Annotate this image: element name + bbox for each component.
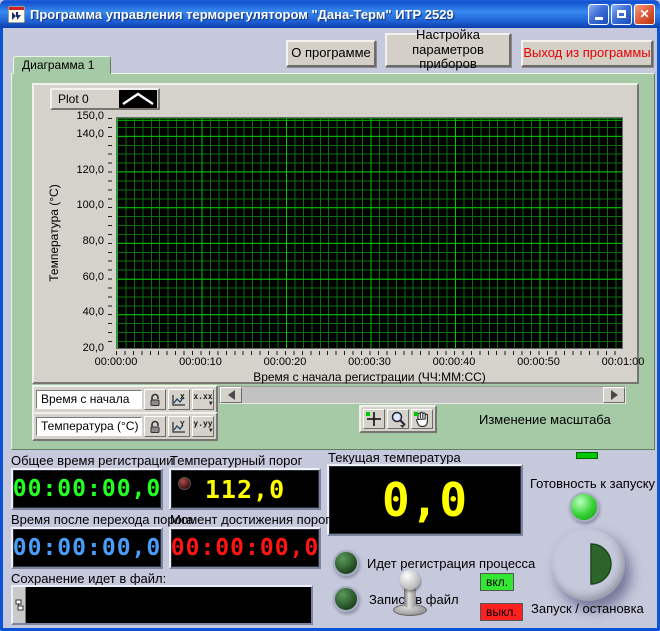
cursor-tool-button[interactable] xyxy=(363,409,385,429)
y-scale-legend: Температура (°C) Y y.yy▼ xyxy=(32,412,218,441)
graph-palette xyxy=(359,405,437,433)
x-tick-label: 00:00:30 xyxy=(339,356,401,368)
x-autoscale-button[interactable]: X xyxy=(168,389,190,410)
path-type-icon xyxy=(13,587,26,623)
registration-led xyxy=(333,550,359,576)
maximize-button[interactable] xyxy=(611,4,632,25)
save-file-label: Сохранение идет в файл: xyxy=(11,571,166,586)
y-tick-label: 150,0 xyxy=(76,110,104,122)
y-tick-label: 120,0 xyxy=(76,164,104,176)
app-window: Программа управления терморегулятором "Д… xyxy=(0,0,660,631)
time-after-threshold-display: 00:00:00,0 xyxy=(11,527,163,569)
y-tick-label: 60,0 xyxy=(83,271,104,283)
titlebar[interactable]: Программа управления терморегулятором "Д… xyxy=(0,0,660,28)
x-tick-marks xyxy=(116,351,623,355)
zoom-hint-label: Изменение масштаба xyxy=(479,412,611,427)
y-tick-label: 100,0 xyxy=(76,199,104,211)
y-tick-label: 140,0 xyxy=(76,128,104,140)
current-temp-label: Текущая температура xyxy=(328,450,461,465)
close-button[interactable]: ✕ xyxy=(634,4,655,25)
start-stop-button[interactable] xyxy=(551,527,625,601)
ready-label: Готовность к запуску xyxy=(530,476,655,491)
total-time-value: 00:00:00,0 xyxy=(13,476,161,502)
start-arrow-icon xyxy=(551,527,625,601)
time-after-threshold-label: Время после перехода порога xyxy=(11,512,194,527)
diagram-page: Plot 0 Температура (°C) 150,0 140,0 120,0 1… xyxy=(11,73,655,450)
threshold-moment-value: 00:00:00,0 xyxy=(171,535,319,561)
toggle-on-label: вкл. xyxy=(480,573,514,591)
threshold-display[interactable]: 112,0 xyxy=(169,468,321,510)
y-scale-lock-button[interactable] xyxy=(144,416,166,437)
window-title: Программа управления терморегулятором "Д… xyxy=(30,7,588,22)
save-file-path-value xyxy=(26,587,311,623)
x-axis-ticks: 00:00:0000:00:1000:00:2000:00:3000:00:40… xyxy=(116,356,623,370)
y-autoscale-button[interactable]: Y xyxy=(168,416,190,437)
chart-plot-area[interactable] xyxy=(116,117,623,349)
total-time-label: Общее время регистрации xyxy=(11,453,173,468)
app-icon xyxy=(8,6,25,23)
active-dot xyxy=(366,412,370,416)
plot-line-sample-icon xyxy=(119,90,157,108)
y-scale-name-input[interactable]: Температура (°C) xyxy=(36,417,142,436)
scrollbar-right-arrow[interactable] xyxy=(603,387,625,403)
scrollbar-left-arrow[interactable] xyxy=(220,387,242,403)
y-tick-label: 40,0 xyxy=(83,306,104,318)
threshold-led-icon xyxy=(178,477,191,490)
device-settings-button-label: Настройка параметров приборов xyxy=(387,28,509,73)
ready-led xyxy=(569,492,599,522)
x-scale-legend: Время с начала X x.xx▼ xyxy=(32,385,218,414)
tab-diagram-1[interactable]: Диаграмма 1 xyxy=(13,56,111,74)
threshold-moment-label: Момент достижения порога xyxy=(170,512,337,527)
current-temp-display: 0,0 xyxy=(327,464,523,536)
threshold-value: 112,0 xyxy=(205,475,285,504)
x-scale-lock-button[interactable] xyxy=(144,389,166,410)
file-write-led xyxy=(333,586,359,612)
pan-tool-button[interactable] xyxy=(411,409,433,429)
toggle-off-label: выкл. xyxy=(480,603,523,621)
time-after-threshold-value: 00:00:00,0 xyxy=(13,535,161,561)
device-settings-button[interactable]: Настройка параметров приборов xyxy=(385,33,511,67)
threshold-moment-display: 00:00:00,0 xyxy=(169,527,321,569)
registration-led-label: Идет регистрация процесса xyxy=(367,556,535,571)
total-time-display: 00:00:00,0 xyxy=(11,468,163,510)
chart-x-scrollbar[interactable] xyxy=(219,386,626,404)
x-format-button[interactable]: x.xx▼ xyxy=(192,389,214,410)
y-tick-label: 80,0 xyxy=(83,235,104,247)
chart-panel: Plot 0 Температура (°C) 150,0140,0120,01… xyxy=(32,83,639,384)
chart-active-indicator xyxy=(576,452,598,459)
start-stop-label: Запуск / остановка xyxy=(531,601,644,616)
x-tick-label: 00:00:00 xyxy=(85,356,147,368)
exit-button-label: Выход из программы xyxy=(523,46,650,61)
y-tick-label: 20,0 xyxy=(83,342,104,354)
y-axis-ticks: 150,0140,0120,0100,080,060,040,020,0 xyxy=(34,117,112,349)
x-tick-label: 00:00:20 xyxy=(254,356,316,368)
x-tick-label: 00:00:40 xyxy=(423,356,485,368)
svg-text:Y: Y xyxy=(180,421,185,428)
about-button[interactable]: О программе xyxy=(286,40,376,67)
exit-button[interactable]: Выход из программы xyxy=(521,40,653,67)
y-format-button[interactable]: y.yy▼ xyxy=(192,416,214,437)
tab-label: Диаграмма 1 xyxy=(22,58,94,72)
x-tick-label: 00:00:50 xyxy=(508,356,570,368)
zoom-tool-button[interactable] xyxy=(387,409,409,429)
active-dot xyxy=(414,412,418,416)
plot-legend[interactable]: Plot 0 xyxy=(50,88,160,110)
toggle-knob[interactable] xyxy=(400,570,420,590)
y-tick-marks xyxy=(108,118,112,350)
threshold-label: Температурный порог xyxy=(170,453,302,468)
about-button-label: О программе xyxy=(291,46,371,61)
x-axis-title: Время с начала регистрации (ЧЧ:ММ:СС) xyxy=(116,370,623,384)
plot-legend-label: Plot 0 xyxy=(52,92,119,106)
svg-text:X: X xyxy=(180,394,185,401)
current-temp-value: 0,0 xyxy=(382,473,468,527)
save-file-path-box[interactable] xyxy=(11,585,313,625)
minimize-button[interactable] xyxy=(588,4,609,25)
file-write-toggle[interactable] xyxy=(391,570,429,616)
x-tick-label: 00:01:00 xyxy=(592,356,654,368)
x-tick-label: 00:00:10 xyxy=(170,356,232,368)
x-scale-name-input[interactable]: Время с начала xyxy=(36,390,142,409)
